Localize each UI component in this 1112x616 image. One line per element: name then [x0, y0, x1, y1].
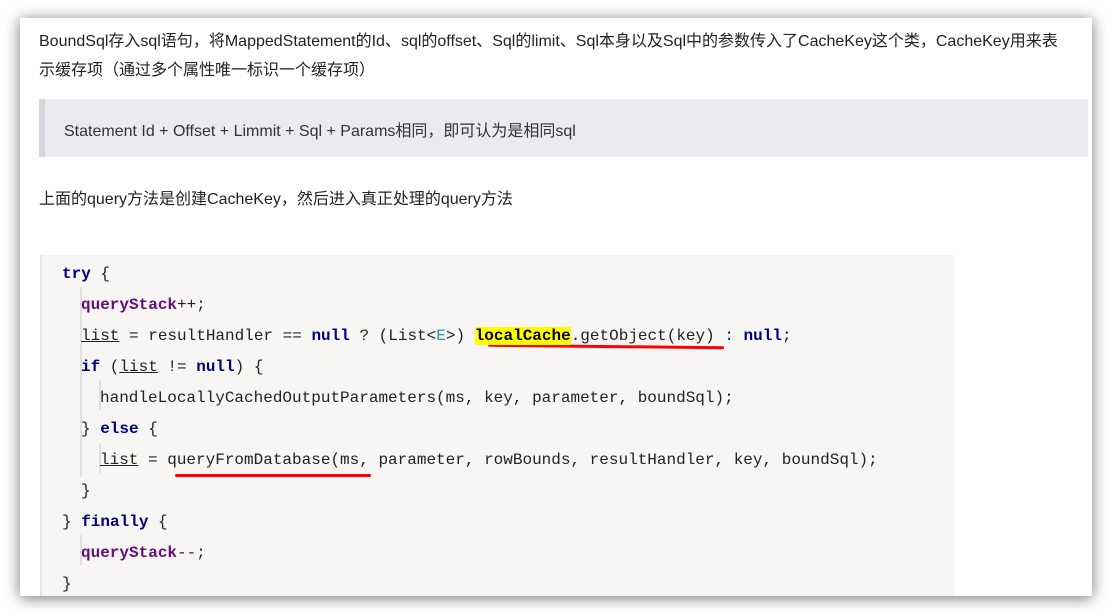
code-token: E	[436, 327, 446, 345]
code-token: >)	[445, 327, 475, 345]
code-token: !=	[157, 358, 197, 376]
code-token: handleLocallyCachedOutputParameters(ms, …	[100, 389, 734, 407]
code-token: list	[119, 358, 158, 376]
code-line: } finally {	[62, 513, 168, 537]
code-token: if	[81, 358, 101, 376]
code-token: else	[100, 420, 139, 438]
code-token: null	[196, 358, 235, 376]
code-token: ;	[781, 327, 792, 345]
code-token: null	[311, 327, 350, 345]
code-token: }	[81, 482, 91, 500]
code-token: queryStack	[81, 296, 178, 314]
code-token: }	[62, 575, 72, 593]
code-line: try {	[62, 265, 110, 289]
code-line: } else {	[81, 420, 158, 444]
code-token: ++;	[177, 296, 206, 314]
code-line: list = resultHandler == null ? (List<E>)…	[81, 327, 792, 351]
code-token: finally	[81, 513, 149, 531]
paragraph-query: 上面的query方法是创建CacheKey，然后进入真正处理的query方法	[39, 191, 513, 208]
code-line: }	[81, 482, 91, 506]
code-line: list = queryFromDatabase(ms, parameter, …	[100, 451, 878, 475]
code-token: localCache	[474, 327, 571, 345]
code-token: {	[138, 420, 158, 438]
code-token: {	[148, 513, 168, 531]
code-token: queryStack	[81, 544, 178, 562]
code-token: list	[81, 327, 120, 345]
code-token: null	[743, 327, 782, 345]
code-token: --;	[177, 544, 206, 562]
code-token: list	[100, 451, 139, 469]
code-screenshot: try {queryStack++; list = resultHandler =…	[40, 255, 955, 596]
blockquote-text: Statement Id + Offset + Limmit + Sql + P…	[64, 123, 576, 140]
code-token: {	[90, 265, 111, 283]
code-token: ? (List<	[349, 327, 437, 345]
code-token: .getObject(key) :	[570, 327, 744, 345]
code-line: queryStack++;	[81, 296, 206, 320]
code-token: }	[62, 513, 82, 531]
article-window: BoundSql存入sql语句，将MappedStatement的Id、sql的…	[20, 18, 1092, 596]
code-token: ) {	[234, 358, 264, 376]
code-token: }	[81, 420, 101, 438]
blockquote: Statement Id + Offset + Limmit + Sql + P…	[39, 99, 1088, 157]
code-token: try	[62, 265, 91, 283]
code-token: = queryFromDatabase(ms, parameter, rowBo…	[138, 451, 878, 469]
code-line: queryStack--;	[81, 544, 206, 568]
code-token: = resultHandler ==	[119, 327, 312, 345]
code-token: (	[100, 358, 120, 376]
code-line: }	[62, 575, 72, 596]
paragraph-boundsql: BoundSql存入sql语句，将MappedStatement的Id、sql的…	[39, 33, 1058, 79]
code-line: if (list != null) {	[81, 358, 263, 382]
code-line: handleLocallyCachedOutputParameters(ms, …	[100, 389, 734, 413]
